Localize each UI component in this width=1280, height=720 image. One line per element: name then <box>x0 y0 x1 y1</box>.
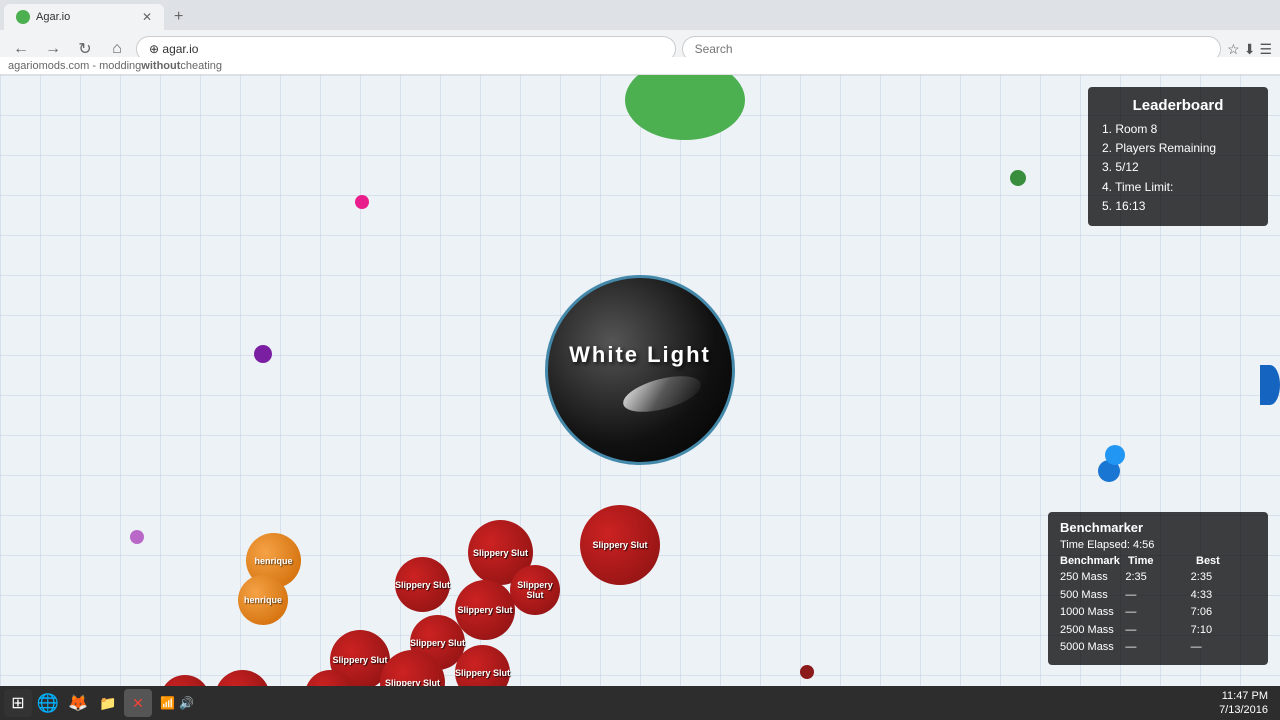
leaderboard-item-5: 5. 16:13 <box>1102 197 1254 216</box>
bm-col-benchmark: Benchmark <box>1060 555 1120 567</box>
bookmark-icon[interactable]: ☆ <box>1227 41 1240 58</box>
slippery-label-1: Slippery Slut <box>592 540 647 550</box>
slippery-cell-5: Slippery Slut <box>455 580 515 640</box>
taskbar-firefox-icon[interactable]: 🦊 <box>64 689 92 717</box>
benchmarker-cell: 500 Mass <box>1060 587 1125 605</box>
slippery-cell-3: Slippery Slut <box>395 557 450 612</box>
benchmarker-cell: — <box>1125 587 1190 605</box>
benchmarker-cell: — <box>1191 639 1256 657</box>
benchmarker-cell: 2:35 <box>1125 569 1190 587</box>
taskbar-chrome-icon[interactable]: 🌐 <box>34 689 62 717</box>
modding-text-before: agariomods.com - modding <box>8 60 141 72</box>
benchmarker-cell: 7:10 <box>1191 622 1256 640</box>
clock-date: 7/13/2016 <box>1219 703 1268 717</box>
modding-bold: without <box>141 60 180 72</box>
browser-tab[interactable]: Agar.io ✕ <box>4 4 164 30</box>
slippery-label-4: Slippery Slut <box>510 580 560 600</box>
modding-bar: agariomods.com - modding without cheatin… <box>0 57 1280 75</box>
taskbar-system-icons: 📶 🔊 <box>154 696 200 710</box>
benchmarker-row: 1000 Mass—7:06 <box>1060 604 1256 622</box>
player-label-white-light: White Light <box>569 342 711 368</box>
tab-title: Agar.io <box>36 11 70 23</box>
benchmarker-cell: — <box>1125 604 1190 622</box>
toolbar-icons: ☆ ⬇ ☰ <box>1227 41 1272 58</box>
slippery-label-7: Slippery Slut <box>332 655 387 665</box>
benchmarker-row: 2500 Mass—7:10 <box>1060 622 1256 640</box>
network-icon: 📶 <box>160 696 175 710</box>
taskbar: ⊞ 🌐 🦊 📁 ✕ 📶 🔊 11:47 PM 7/13/2016 <box>0 686 1280 720</box>
taskbar-close-icon[interactable]: ✕ <box>124 689 152 717</box>
slippery-label-6: Slippery Slut <box>410 638 465 648</box>
henrique-cell-2: henrique <box>238 575 288 625</box>
modding-text-after: cheating <box>180 60 222 72</box>
benchmarker-time-elapsed: Time Elapsed: 4:56 <box>1060 539 1256 551</box>
slippery-cell-1: Slippery Slut <box>580 505 660 585</box>
benchmarker-header: Benchmark Time Best <box>1060 555 1256 567</box>
leaderboard-item-2: 2. Players Remaining <box>1102 139 1254 158</box>
green-dot <box>1010 170 1026 186</box>
benchmarker-cell: 2:35 <box>1191 569 1256 587</box>
leaderboard-title: Leaderboard <box>1102 97 1254 114</box>
benchmarker-cell: 4:33 <box>1191 587 1256 605</box>
new-tab-button[interactable]: + <box>168 8 189 26</box>
leaderboard-item-4: 4. Time Limit: <box>1102 178 1254 197</box>
purple-dot <box>254 345 272 363</box>
benchmarker-row: 500 Mass—4:33 <box>1060 587 1256 605</box>
volume-icon: 🔊 <box>179 696 194 710</box>
benchmarker-title: Benchmarker <box>1060 520 1256 535</box>
right-edge-blue <box>1260 365 1280 405</box>
benchmarker-row: 5000 Mass—— <box>1060 639 1256 657</box>
slippery-label-9: Slippery Slut <box>455 668 510 678</box>
clock-time: 11:47 PM <box>1219 689 1268 703</box>
tab-favicon-icon <box>16 10 30 24</box>
dark-red-dot <box>800 665 814 679</box>
menu-icon[interactable]: ☰ <box>1259 41 1272 58</box>
tab-bar: Agar.io ✕ + <box>0 0 1280 30</box>
benchmarker-rows: 250 Mass2:352:35500 Mass—4:331000 Mass—7… <box>1060 569 1256 657</box>
download-icon[interactable]: ⬇ <box>1244 41 1256 58</box>
leaderboard-item-1: 1. Room 8 <box>1102 120 1254 139</box>
lavender-dot <box>130 530 144 544</box>
slippery-cell-4: Slippery Slut <box>510 565 560 615</box>
benchmarker-cell: 5000 Mass <box>1060 639 1125 657</box>
benchmarker-cell: 1000 Mass <box>1060 604 1125 622</box>
benchmarker-cell: 2500 Mass <box>1060 622 1125 640</box>
benchmarker-cell: 7:06 <box>1191 604 1256 622</box>
henrique-label-1: henrique <box>254 556 292 566</box>
taskbar-clock: 11:47 PM 7/13/2016 <box>1219 689 1276 718</box>
tab-close-button[interactable]: ✕ <box>142 10 152 24</box>
blue-edge-cell <box>1105 445 1125 465</box>
henrique-label-2: henrique <box>244 595 282 605</box>
benchmarker-panel: Benchmarker Time Elapsed: 4:56 Benchmark… <box>1048 512 1268 665</box>
leaderboard-item-3: 3. 5/12 <box>1102 158 1254 177</box>
slippery-label-3: Slippery Slut <box>395 580 450 590</box>
benchmarker-cell: — <box>1125 639 1190 657</box>
taskbar-start-button[interactable]: ⊞ <box>4 689 32 717</box>
white-light-cell: White Light <box>545 275 735 465</box>
game-area: White Light Slippery Slut Slippery Slut … <box>0 75 1280 720</box>
benchmarker-row: 250 Mass2:352:35 <box>1060 569 1256 587</box>
slippery-label-2: Slippery Slut <box>473 548 528 558</box>
pink-dot <box>355 195 369 209</box>
bm-col-time: Time <box>1128 555 1188 567</box>
leaderboard-panel: Leaderboard 1. Room 8 2. Players Remaini… <box>1088 87 1268 226</box>
address-text: ⊕ agar.io <box>149 42 198 56</box>
benchmarker-cell: 250 Mass <box>1060 569 1125 587</box>
benchmarker-cell: — <box>1125 622 1190 640</box>
slippery-label-5: Slippery Slut <box>457 605 512 615</box>
taskbar-folder-icon[interactable]: 📁 <box>94 689 122 717</box>
bm-col-best: Best <box>1196 555 1256 567</box>
